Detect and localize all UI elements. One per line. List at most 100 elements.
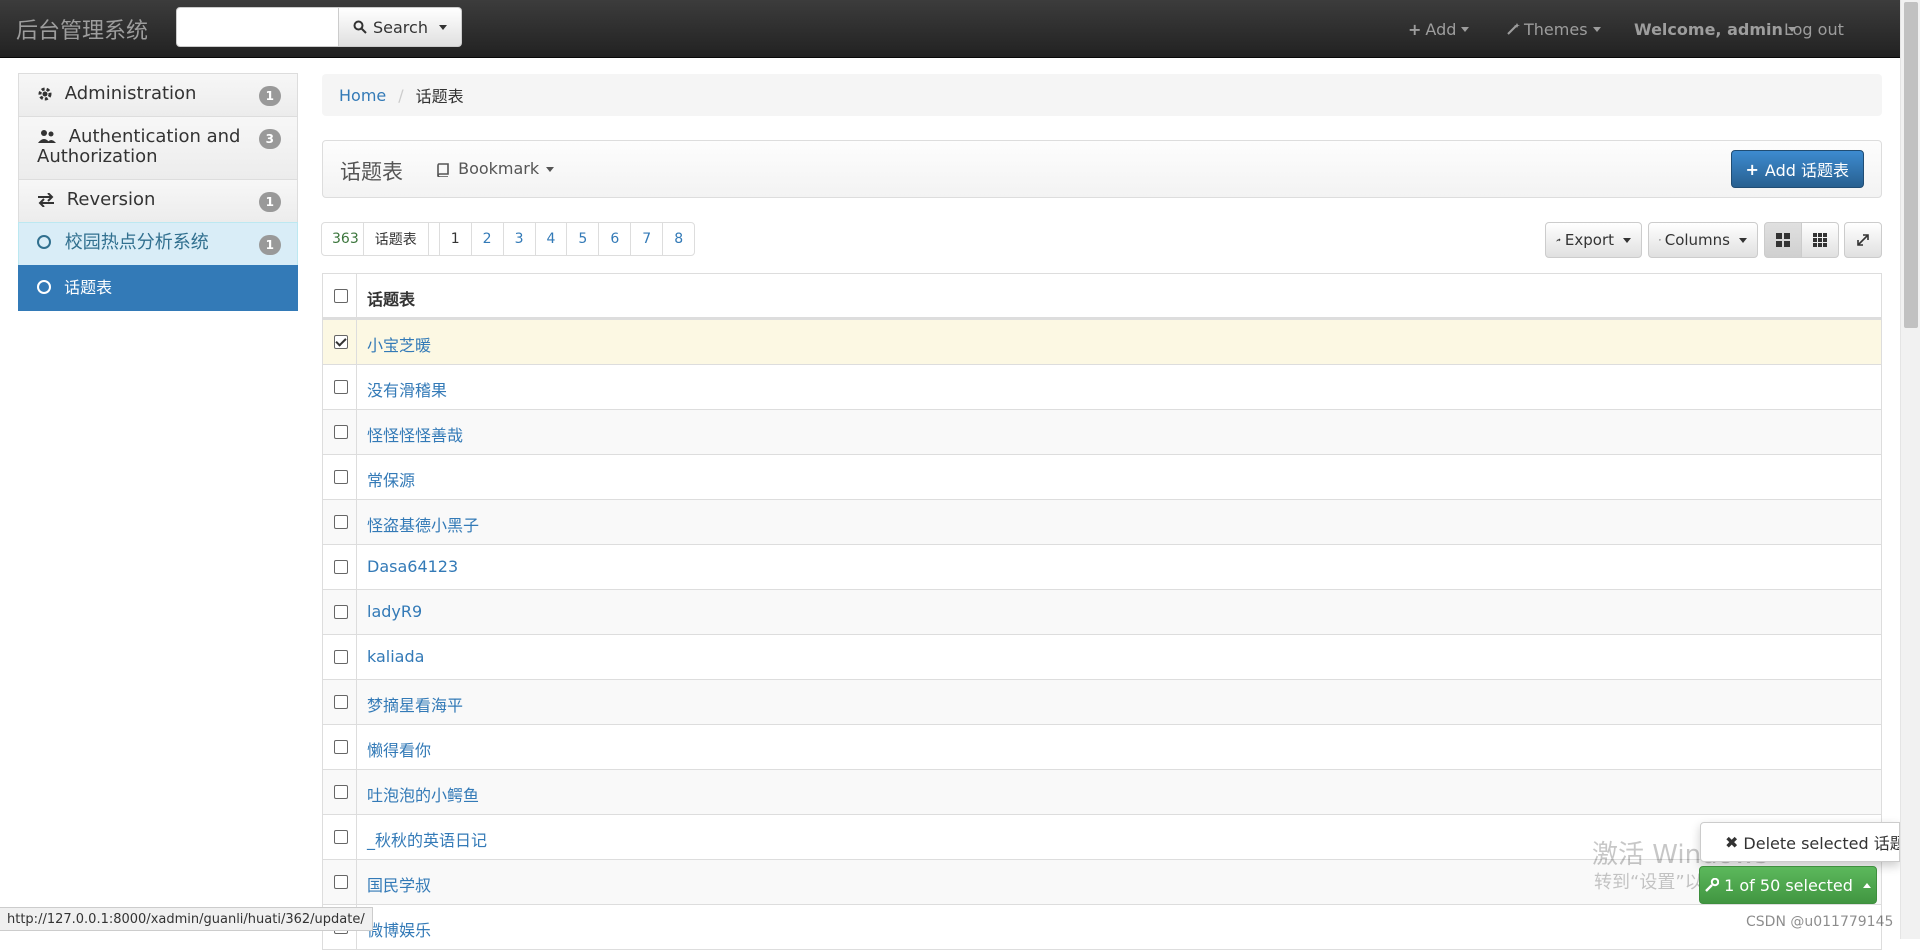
columns-label: Columns <box>1664 231 1730 249</box>
count-badge: 3 <box>258 129 281 149</box>
sidebar: Administration 1 Authentication and Auth… <box>18 73 298 311</box>
table-row: 常保源 <box>323 454 1881 499</box>
chevron-down-icon <box>1592 26 1601 32</box>
search-input[interactable] <box>176 7 339 47</box>
row-name-link[interactable]: 国民学叔 <box>367 876 431 895</box>
themes-menu-label: Themes <box>1524 19 1588 39</box>
chevron-down-icon <box>1461 26 1470 32</box>
count-badge: 1 <box>258 86 281 106</box>
page-scrollbar[interactable] <box>1900 0 1920 939</box>
logout-link[interactable]: Log out <box>1784 0 1844 58</box>
row-name-link[interactable]: 吐泡泡的小鳄鱼 <box>367 786 479 805</box>
chevron-down-icon <box>546 167 555 172</box>
row-name-cell: kaliada <box>367 647 424 666</box>
sidebar-item-reversion[interactable]: Reversion 1 <box>18 179 298 223</box>
delete-selected-action[interactable]: ✖ Delete selected 话题表 <box>1700 822 1900 862</box>
row-select-cell <box>323 590 357 634</box>
page-link[interactable]: 2 <box>470 222 504 256</box>
row-select-cell <box>323 635 357 679</box>
chevron-down-icon <box>1739 237 1747 243</box>
row-name-link[interactable]: Dasa64123 <box>367 557 458 576</box>
row-name-link[interactable]: kaliada <box>367 647 424 666</box>
row-checkbox[interactable] <box>334 695 348 709</box>
delete-selected-label: Delete selected 话题表 <box>1743 834 1899 853</box>
sidebar-item-administration[interactable]: Administration 1 <box>18 73 298 117</box>
grid-large-view-button[interactable] <box>1764 222 1802 258</box>
table-row: Dasa64123 <box>323 544 1881 589</box>
page-link[interactable]: 8 <box>662 222 696 256</box>
breadcrumb-home-link[interactable]: Home <box>339 86 386 105</box>
columns-button[interactable]: Columns <box>1648 222 1758 258</box>
row-name-cell: 吐泡泡的小鳄鱼 <box>367 782 479 806</box>
grid-small-view-button[interactable] <box>1801 222 1839 258</box>
search-button[interactable]: Search <box>339 7 462 47</box>
sidebar-item-topics[interactable]: 话题表 <box>18 265 298 311</box>
row-name-link[interactable]: 没有滑稽果 <box>367 381 447 400</box>
status-bar-url: http://127.0.0.1:8000/xadmin/guanli/huat… <box>0 907 373 931</box>
add-menu[interactable]: + Add <box>1408 0 1470 58</box>
page-link[interactable]: 7 <box>630 222 664 256</box>
row-name-link[interactable]: 梦摘星看海平 <box>367 696 463 715</box>
row-name-link[interactable]: 微博娱乐 <box>367 921 431 940</box>
row-checkbox[interactable] <box>334 650 348 664</box>
page-link[interactable]: 5 <box>566 222 600 256</box>
add-topic-button[interactable]: + Add 话题表 <box>1730 150 1864 188</box>
row-checkbox[interactable] <box>334 470 348 484</box>
page-link[interactable]: 6 <box>598 222 632 256</box>
row-checkbox[interactable] <box>334 785 348 799</box>
row-checkbox[interactable] <box>334 875 348 889</box>
row-checkbox[interactable] <box>334 560 348 574</box>
row-name-link[interactable]: 怪怪怪怪善哉 <box>367 426 463 445</box>
page-link[interactable]: 4 <box>534 222 568 256</box>
row-select-cell <box>323 770 357 814</box>
column-header[interactable]: 话题表 <box>367 286 415 310</box>
row-checkbox[interactable] <box>334 335 348 349</box>
row-name-cell: _秋秋的英语日记 <box>367 827 487 851</box>
row-checkbox[interactable] <box>334 425 348 439</box>
row-name-link[interactable]: 小宝芝暖 <box>367 336 431 355</box>
chevron-up-icon <box>1862 882 1871 888</box>
select-all-checkbox[interactable] <box>334 289 348 303</box>
row-checkbox[interactable] <box>334 830 348 844</box>
bookmark-menu[interactable]: Bookmark <box>437 159 555 178</box>
exchange-icon <box>38 193 54 207</box>
row-name-link[interactable]: 懒得看你 <box>367 741 431 760</box>
fullscreen-button[interactable] <box>1844 222 1882 258</box>
row-checkbox[interactable] <box>334 380 348 394</box>
export-button[interactable]: Export <box>1545 222 1642 258</box>
row-checkbox[interactable] <box>334 740 348 754</box>
table-header-row: 话题表 <box>323 274 1881 319</box>
row-name-link[interactable]: _秋秋的英语日记 <box>367 831 487 850</box>
scrollbar-thumb[interactable] <box>1904 2 1918 328</box>
wrench-icon <box>1705 878 1720 892</box>
table-row: 怪盗基德小黑子 <box>323 499 1881 544</box>
themes-menu[interactable]: Themes <box>1506 0 1601 58</box>
row-name-cell: 懒得看你 <box>367 737 431 761</box>
row-name-link[interactable]: 常保源 <box>367 471 415 490</box>
row-select-cell <box>323 320 357 364</box>
row-name-link[interactable]: ladyR9 <box>367 602 422 621</box>
th-icon <box>1813 233 1827 247</box>
sidebar-item-campus-system[interactable]: 校园热点分析系统 1 <box>18 222 298 266</box>
select-all-cell <box>323 274 357 317</box>
add-topic-label: Add 话题表 <box>1764 161 1849 180</box>
chevron-down-icon <box>438 24 447 30</box>
th-large-icon <box>1776 233 1790 247</box>
selected-actions-button[interactable]: 1 of 50 selected <box>1699 866 1877 904</box>
row-select-cell <box>323 680 357 724</box>
row-name-link[interactable]: 怪盗基德小黑子 <box>367 516 479 535</box>
search-button-label: Search <box>373 17 428 37</box>
breadcrumb-separator: / <box>398 85 404 105</box>
sidebar-item-auth[interactable]: Authentication and Authorization 3 <box>18 116 298 180</box>
sidebar-item-label: Reversion <box>66 189 156 210</box>
share-icon <box>1556 238 1561 242</box>
search-group: Search <box>176 7 462 47</box>
row-select-cell <box>323 500 357 544</box>
page-link[interactable]: 3 <box>502 222 536 256</box>
breadcrumb: Home / 话题表 <box>322 74 1882 116</box>
row-checkbox[interactable] <box>334 515 348 529</box>
brand-title[interactable]: 后台管理系统 <box>16 13 148 45</box>
row-checkbox[interactable] <box>334 605 348 619</box>
table-row: 怪怪怪怪善哉 <box>323 409 1881 454</box>
user-menu[interactable]: Welcome, admin <box>1634 0 1796 58</box>
